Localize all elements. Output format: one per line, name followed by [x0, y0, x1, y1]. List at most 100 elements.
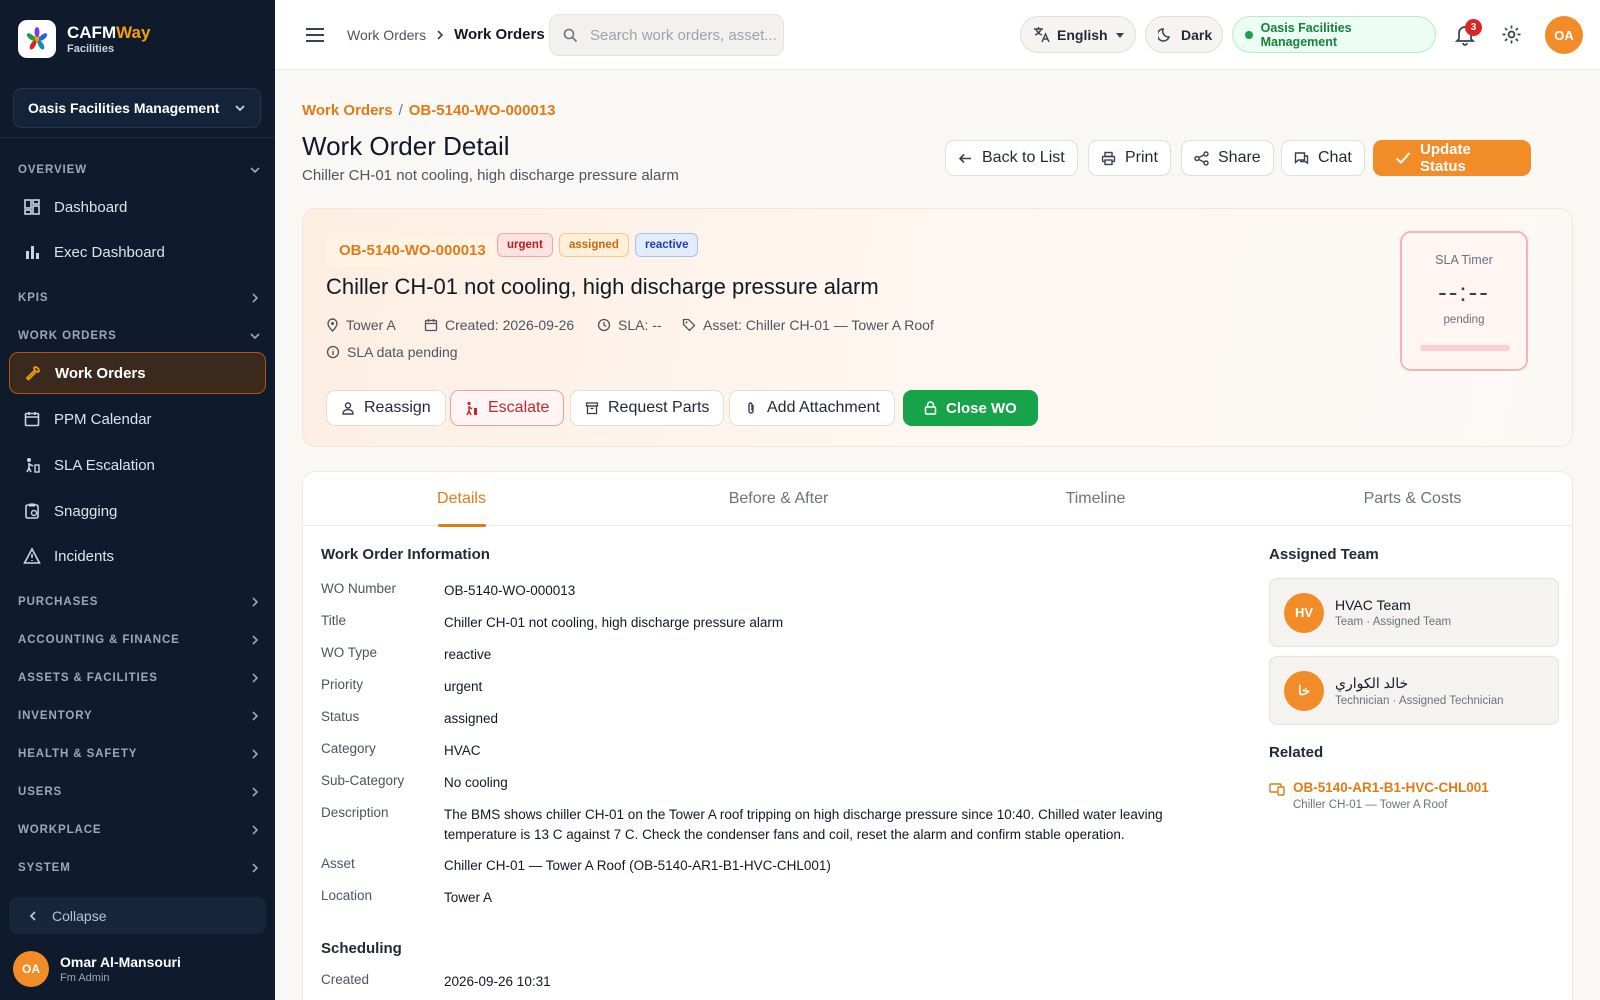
button-label: Request Parts: [608, 399, 710, 416]
gear-icon[interactable]: [1501, 24, 1522, 45]
chevron-right-icon: [249, 824, 261, 836]
breadcrumb-current: Work Orders: [454, 26, 545, 43]
chat-icon: [1294, 151, 1309, 166]
sidebar-section-overview[interactable]: OVERVIEW: [18, 164, 261, 176]
field-label: Created: [321, 972, 370, 987]
field-value: Tower A: [444, 890, 493, 905]
field-row: Title Chiller CH-01 not cooling, high dis…: [321, 613, 1194, 633]
field-row: Created 2026-09-26 10:31: [321, 972, 1194, 992]
user-name: Omar Al-Mansouri: [60, 954, 181, 970]
section-label: INVENTORY: [18, 710, 93, 722]
field-row: Location Tower A: [321, 888, 1194, 908]
organization-selector[interactable]: Oasis Facilities Management: [13, 88, 261, 128]
organization-badge[interactable]: Oasis Facilities Management: [1232, 16, 1436, 53]
status-badge: assigned: [559, 233, 629, 257]
sidebar-item-label: Dashboard: [54, 198, 128, 216]
brand-name-part1: CAFM: [67, 23, 117, 42]
theme-toggle[interactable]: Dark: [1145, 16, 1223, 53]
breadcrumb-link[interactable]: Work Orders: [302, 102, 393, 119]
sidebar-section-purchases[interactable]: PURCHASES: [18, 596, 261, 608]
team-member-role: Team · Assigned Team: [1335, 616, 1452, 628]
language-selector[interactable]: English: [1020, 16, 1136, 53]
share-button[interactable]: Share: [1181, 140, 1274, 176]
tab-timeline[interactable]: Timeline: [937, 472, 1254, 526]
field-value: 2026-09-26 10:31: [444, 974, 551, 989]
sidebar-section-health-safety[interactable]: HEALTH & SAFETY: [18, 748, 261, 760]
chevron-right-icon: [249, 596, 261, 608]
current-user[interactable]: OA Omar Al-Mansouri Fm Admin: [13, 951, 181, 987]
tab-parts-costs[interactable]: Parts & Costs: [1254, 472, 1571, 526]
team-member-card[interactable]: خا خالد الكواري Technician · Assigned Te…: [1269, 656, 1559, 725]
sidebar-item-sla-escalation[interactable]: SLA Escalation: [9, 444, 266, 486]
chat-button[interactable]: Chat: [1281, 140, 1365, 176]
update-status-button[interactable]: Update Status: [1373, 140, 1531, 176]
section-label: OVERVIEW: [18, 164, 87, 176]
print-button[interactable]: Print: [1088, 140, 1171, 176]
search-input[interactable]: Search work orders, asset...: [549, 14, 784, 56]
work-order-summary-card: OB-5140-WO-000013 urgent assigned reacti…: [302, 208, 1573, 447]
close-wo-button[interactable]: Close WO: [903, 390, 1038, 426]
lock-icon: [924, 401, 937, 415]
sidebar-item-exec-dashboard[interactable]: Exec Dashboard: [9, 231, 266, 273]
collapse-label: Collapse: [52, 907, 107, 924]
sla-timer-label: SLA Timer: [1435, 253, 1493, 267]
sidebar-item-ppm-calendar[interactable]: PPM Calendar: [9, 398, 266, 440]
printer-icon: [1101, 151, 1116, 166]
request-parts-button[interactable]: Request Parts: [570, 390, 725, 426]
user-icon: [341, 401, 355, 415]
archive-icon: [585, 401, 599, 415]
sidebar-section-accounting[interactable]: ACCOUNTING & FINANCE: [18, 634, 261, 646]
field-value: urgent: [444, 679, 483, 694]
notification-count-badge: 3: [1465, 19, 1482, 36]
field-row: Status assigned: [321, 709, 1194, 729]
chevron-right-icon: [249, 748, 261, 760]
avatar: HV: [1284, 592, 1324, 633]
work-order-title: Chiller CH-01 not cooling, high discharg…: [326, 274, 879, 299]
created-text: Created: 2026-09-26: [445, 317, 575, 333]
sidebar-section-workplace[interactable]: WORKPLACE: [18, 824, 261, 836]
created-meta: Created: 2026-09-26: [424, 317, 574, 333]
field-label: Title: [321, 613, 347, 628]
menu-icon[interactable]: [305, 26, 325, 44]
escalate-button[interactable]: Escalate: [450, 390, 565, 426]
sidebar-section-users[interactable]: USERS: [18, 786, 261, 798]
field-row: Sub-Category No cooling: [321, 773, 1194, 793]
team-member-card[interactable]: HV HVAC Team Team · Assigned Team: [1269, 578, 1559, 647]
tab-details[interactable]: Details: [303, 472, 620, 526]
sidebar-section-work-orders[interactable]: WORK ORDERS: [18, 330, 261, 342]
escalate-icon: [465, 401, 479, 416]
sidebar-item-incidents[interactable]: Incidents: [9, 535, 266, 577]
field-value: Chiller CH-01 not cooling, high discharg…: [444, 615, 784, 630]
field-label: Asset: [321, 856, 355, 871]
field-label: Priority: [321, 677, 364, 692]
chevron-right-icon: [249, 710, 261, 722]
page-subtitle: Chiller CH-01 not cooling, high discharg…: [302, 167, 679, 184]
sidebar: CAFMWay Facilities Oasis Facilities Mana…: [0, 0, 275, 1000]
sidebar-item-dashboard[interactable]: Dashboard: [9, 186, 266, 228]
reassign-button[interactable]: Reassign: [326, 390, 446, 426]
button-label: Reassign: [364, 399, 431, 416]
related-asset-link[interactable]: OB-5140-AR1-B1-HVC-CHL001 Chiller CH-01 …: [1269, 780, 1489, 811]
field-row: Priority urgent: [321, 677, 1194, 697]
field-row: Description The BMS shows chiller CH-01 o…: [321, 805, 1194, 845]
button-label: Share: [1218, 149, 1261, 166]
collapse-sidebar-button[interactable]: Collapse: [9, 897, 266, 934]
sidebar-section-inventory[interactable]: INVENTORY: [18, 710, 261, 722]
wrench-icon: [23, 363, 43, 383]
avatar[interactable]: OA: [1545, 16, 1583, 54]
priority-badge: urgent: [497, 233, 553, 257]
share-icon: [1194, 150, 1209, 166]
sidebar-item-work-orders[interactable]: Work Orders: [9, 352, 266, 394]
related-subtitle: Chiller CH-01 — Tower A Roof: [1293, 799, 1448, 811]
tab-before-after[interactable]: Before & After: [620, 472, 937, 526]
add-attachment-button[interactable]: Add Attachment: [729, 390, 895, 426]
brand-logo[interactable]: CAFMWay Facilities: [18, 20, 150, 58]
button-label: Print: [1125, 149, 1158, 166]
sidebar-item-snagging[interactable]: Snagging: [9, 490, 266, 532]
back-to-list-button[interactable]: Back to List: [945, 140, 1078, 176]
breadcrumb-parent[interactable]: Work Orders: [347, 27, 426, 43]
sidebar-section-kpis[interactable]: KPIS: [18, 292, 261, 304]
sidebar-section-assets[interactable]: ASSETS & FACILITIES: [18, 672, 261, 684]
breadcrumb-current[interactable]: OB-5140-WO-000013: [409, 102, 556, 119]
sidebar-section-system[interactable]: SYSTEM: [18, 862, 261, 874]
